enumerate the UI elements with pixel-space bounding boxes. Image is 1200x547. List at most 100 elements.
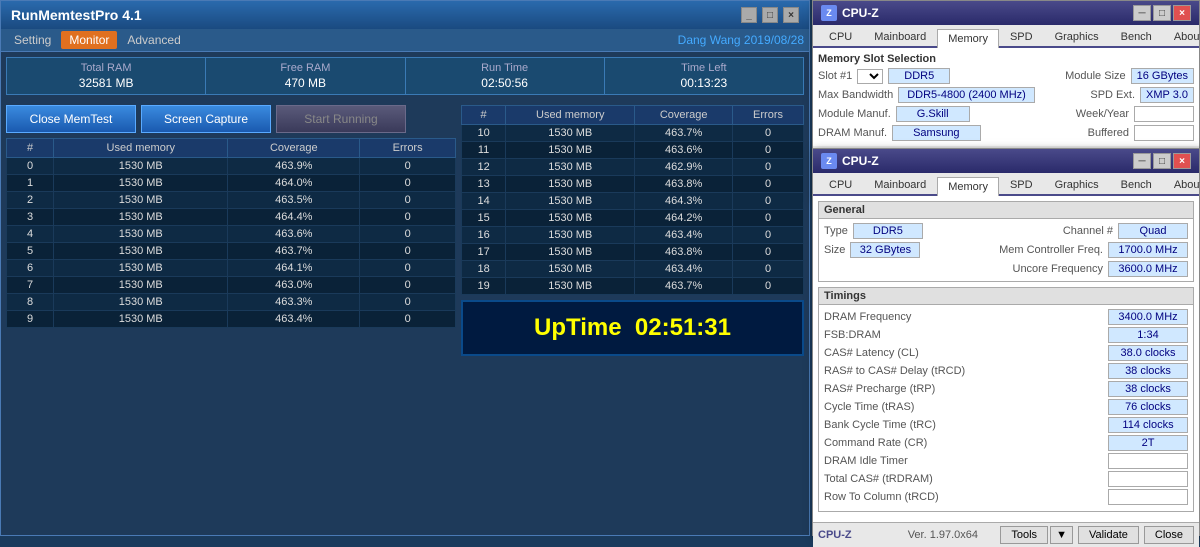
timing-value: 38 clocks [1108,381,1188,397]
module-size-label: Module Size [1065,70,1126,82]
week-year-value [1134,106,1194,122]
right-col-header-coverage: Coverage [635,106,733,125]
table-row: 181530 MB463.4%0 [462,261,804,278]
total-ram-cell: Total RAM 32581 MB [7,58,206,94]
tools-dropdown[interactable]: ▼ [1050,526,1073,544]
cpuz-1-maximize[interactable]: □ [1153,5,1171,21]
cpuz-1-tab-bench[interactable]: Bench [1110,27,1163,46]
cpuz-1-tab-graphics[interactable]: Graphics [1044,27,1110,46]
timing-row: Cycle Time (tRAS)76 clocks [824,399,1188,415]
table-row: 191530 MB463.7%0 [462,278,804,295]
free-ram-value: 470 MB [211,76,399,90]
cpuz-2-tabs: CPU Mainboard Memory SPD Graphics Bench … [813,173,1199,196]
cpuz-2-tab-mainboard[interactable]: Mainboard [863,175,937,194]
col-header-num: # [7,139,54,158]
spd-ext-label: SPD Ext. [1090,89,1135,101]
timing-label: CAS# Latency (CL) [824,347,919,359]
run-time-value: 02:50:56 [411,76,599,90]
cpuz-2-tab-bench[interactable]: Bench [1110,175,1163,194]
timing-row: DRAM Frequency3400.0 MHz [824,309,1188,325]
mem-ctrl-value: 1700.0 MHz [1108,242,1188,258]
cpuz-2-tab-spd[interactable]: SPD [999,175,1044,194]
tools-button[interactable]: Tools [1000,526,1048,544]
table-row: 51530 MB463.7%0 [7,243,456,260]
channel-label: Channel # [1063,225,1113,237]
cpuz-2-close[interactable]: × [1173,153,1191,169]
memtest-title: RunMemtestPro 4.1 [11,7,142,23]
maximize-btn[interactable]: □ [762,7,778,23]
timing-label: DRAM Idle Timer [824,455,908,467]
cpuz-2-minimize[interactable]: ─ [1133,153,1151,169]
close-btn[interactable]: × [783,7,799,23]
timings-content: DRAM Frequency3400.0 MHzFSB:DRAM1:34CAS#… [819,305,1193,511]
timing-value [1108,489,1188,505]
cpuz-2-content: General Type DDR5 Channel # Quad Size 32… [813,196,1199,522]
slot-label: Slot #1 [818,70,852,82]
cpuz-2-tab-about[interactable]: About [1163,175,1200,194]
timing-value: 3400.0 MHz [1108,309,1188,325]
left-data-table: # Used memory Coverage Errors 01530 MB46… [6,138,456,328]
slot-select[interactable] [857,69,883,84]
timing-row: Row To Column (tRCD) [824,489,1188,505]
table-row: 11530 MB464.0%0 [7,175,456,192]
uptime-box: UpTime 02:51:31 [461,300,804,356]
table-row: 61530 MB464.1%0 [7,260,456,277]
cpuz-1-title-left: Z CPU-Z [821,5,879,21]
cpuz-1-tab-cpu[interactable]: CPU [818,27,863,46]
col-header-errors: Errors [360,139,456,158]
cpuz-2-tab-memory[interactable]: Memory [937,177,999,196]
minimize-btn[interactable]: _ [741,7,757,23]
size-value: 32 GBytes [850,242,920,258]
cpuz-1-tab-about[interactable]: About [1163,27,1200,46]
ddr-type: DDR5 [888,68,950,84]
cpuz-2-icon: Z [821,153,837,169]
dram-manuf-value: Samsung [892,125,980,141]
menu-setting[interactable]: Setting [6,31,59,49]
footer-buttons: Tools ▼ Validate Close [997,526,1194,544]
cpuz-2-maximize[interactable]: □ [1153,153,1171,169]
user-info: Dang Wang 2019/08/28 [191,33,804,47]
total-ram-value: 32581 MB [12,76,200,90]
uncore-value: 3600.0 MHz [1108,261,1188,277]
timing-row: RAS# to CAS# Delay (tRCD)38 clocks [824,363,1188,379]
table-row: 121530 MB462.9%0 [462,159,804,176]
col-header-used: Used memory [54,139,228,158]
menu-advanced[interactable]: Advanced [119,31,188,49]
timing-value: 38.0 clocks [1108,345,1188,361]
timing-label: Command Rate (CR) [824,437,927,449]
week-year-label: Week/Year [1076,108,1129,120]
timing-label: Cycle Time (tRAS) [824,401,914,413]
timing-row: DRAM Idle Timer [824,453,1188,469]
right-col-header-num: # [462,106,506,125]
timing-label: Total CAS# (tRDRAM) [824,473,933,485]
table-row: 151530 MB464.2%0 [462,210,804,227]
screen-capture-button[interactable]: Screen Capture [141,105,271,133]
validate-button[interactable]: Validate [1078,526,1139,544]
cpuz-1-tab-memory[interactable]: Memory [937,29,999,48]
spd-ext-value: XMP 3.0 [1140,87,1194,103]
mem-ctrl-label: Mem Controller Freq. [999,244,1103,256]
close-memtest-button[interactable]: Close MemTest [6,105,136,133]
cpuz-1-tab-mainboard[interactable]: Mainboard [863,27,937,46]
table-row: 81530 MB463.3%0 [7,294,456,311]
table-row: 161530 MB463.4%0 [462,227,804,244]
cpuz-2-tab-graphics[interactable]: Graphics [1044,175,1110,194]
table-row: 01530 MB463.9%0 [7,158,456,175]
timing-label: RAS# Precharge (tRP) [824,383,935,395]
start-running-button[interactable]: Start Running [276,105,406,133]
cpuz-1-icon: Z [821,5,837,21]
memtest-titlebar: RunMemtestPro 4.1 _ □ × [1,1,809,29]
right-panel: # Used memory Coverage Errors 101530 MB4… [461,105,804,356]
right-data-table: # Used memory Coverage Errors 101530 MB4… [461,105,804,295]
footer-close-button[interactable]: Close [1144,526,1194,544]
cpuz-1-tab-spd[interactable]: SPD [999,27,1044,46]
cpuz-2-tab-cpu[interactable]: CPU [818,175,863,194]
menu-monitor[interactable]: Monitor [61,31,117,49]
module-manuf-value: G.Skill [896,106,970,122]
channel-value: Quad [1118,223,1188,239]
cpuz-1-close[interactable]: × [1173,5,1191,21]
cpuz-1-title: CPU-Z [842,6,879,20]
cpuz-1-minimize[interactable]: ─ [1133,5,1151,21]
cpuz-1-content: Memory Slot Selection Slot #1 DDR5 Modul… [813,48,1199,146]
timing-label: FSB:DRAM [824,329,881,341]
